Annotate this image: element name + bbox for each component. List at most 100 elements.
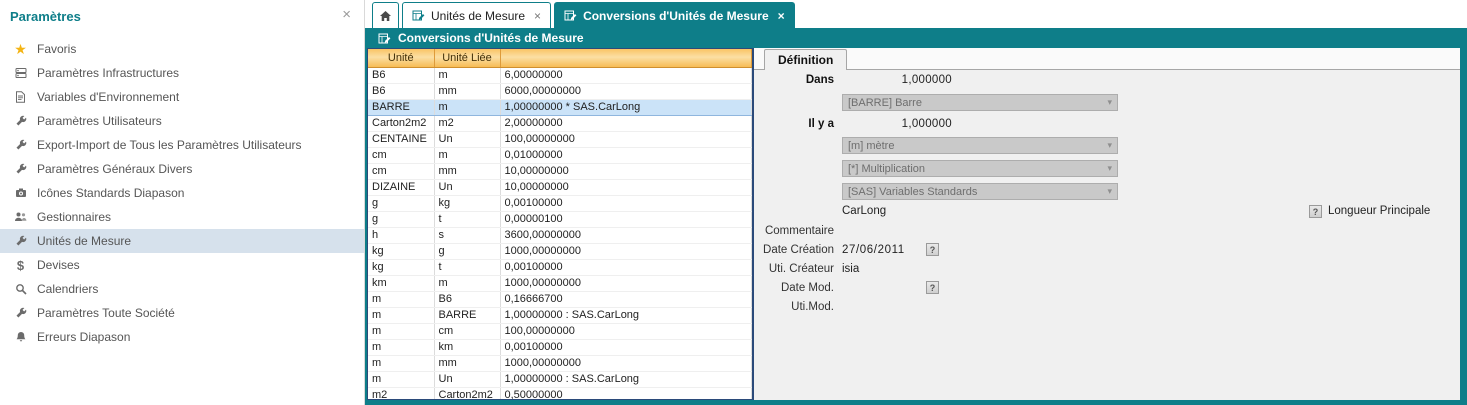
table-cell: cm bbox=[368, 163, 434, 179]
variable-value: CarLong bbox=[842, 205, 886, 217]
uti-createur-label: Uti. Créateur bbox=[754, 263, 834, 275]
table-row[interactable]: cmmm10,00000000 bbox=[368, 163, 752, 179]
table-cell: g bbox=[434, 243, 500, 259]
date-creation-label: Date Création bbox=[754, 244, 834, 256]
tab-unites-de-mesure[interactable]: Unités de Mesure × bbox=[402, 2, 551, 28]
table-cell: g bbox=[368, 195, 434, 211]
table-cell: s bbox=[434, 227, 500, 243]
table-row[interactable]: gt0,00000100 bbox=[368, 211, 752, 227]
table-row[interactable]: mB60,16666700 bbox=[368, 291, 752, 307]
dans-unit-select[interactable]: [BARRE] Barre ▾ bbox=[842, 94, 1118, 111]
table-row[interactable]: m2Carton2m20,50000000 bbox=[368, 387, 752, 400]
date-creation-picker-button[interactable]: ? bbox=[926, 243, 939, 256]
table-cell: 1,00000000 : SAS.CarLong bbox=[500, 307, 752, 323]
tab-label: Conversions d'Unités de Mesure bbox=[583, 9, 769, 23]
sidebar-item-parametres-generaux-divers[interactable]: Paramètres Généraux Divers bbox=[0, 157, 364, 181]
table-cell: 6,00000000 bbox=[500, 67, 752, 83]
sidebar-close-icon[interactable]: × bbox=[342, 7, 351, 22]
wrench-icon bbox=[12, 114, 29, 129]
sidebar-item-erreurs-diapason[interactable]: Erreurs Diapason bbox=[0, 325, 364, 349]
parameters-sidebar: Paramètres × ★FavorisParamètres Infrastr… bbox=[0, 0, 365, 405]
doc-icon bbox=[12, 90, 29, 105]
ilya-unit-select[interactable]: [m] mètre ▾ bbox=[842, 137, 1118, 154]
operation-select[interactable]: [*] Multiplication ▾ bbox=[842, 160, 1118, 177]
sidebar-item-devises[interactable]: $Devises bbox=[0, 253, 364, 277]
sidebar-item-icones-standards-diapason[interactable]: Icônes Standards Diapason bbox=[0, 181, 364, 205]
table-row[interactable]: mmm1000,00000000 bbox=[368, 355, 752, 371]
wrench-icon bbox=[12, 234, 29, 249]
table-cell: 0,01000000 bbox=[500, 147, 752, 163]
table-row[interactable]: DIZAINEUn10,00000000 bbox=[368, 179, 752, 195]
table-row[interactable]: BARREm1,00000000 * SAS.CarLong bbox=[368, 99, 752, 115]
table-cell: BARRE bbox=[368, 99, 434, 115]
uti-mod-label: Uti.Mod. bbox=[754, 301, 834, 313]
definition-form: Dans 1,000000 [BARRE] Barre ▾ Il y a 1,0… bbox=[754, 70, 1460, 400]
table-cell: m2 bbox=[368, 387, 434, 400]
sidebar-item-unites-de-mesure[interactable]: Unités de Mesure bbox=[0, 229, 364, 253]
close-icon[interactable]: × bbox=[534, 11, 541, 21]
table-row[interactable]: B6m6,00000000 bbox=[368, 67, 752, 83]
definition-tabstrip: Définition bbox=[754, 48, 1460, 70]
table-cell: m bbox=[434, 147, 500, 163]
date-mod-label: Date Mod. bbox=[754, 282, 834, 294]
table-cell: m bbox=[434, 275, 500, 291]
table-row[interactable]: CENTAINEUn100,00000000 bbox=[368, 131, 752, 147]
sidebar-item-label: Gestionnaires bbox=[37, 210, 111, 224]
table-row[interactable]: mcm100,00000000 bbox=[368, 323, 752, 339]
people-icon bbox=[12, 210, 29, 225]
sidebar-item-parametres-infrastructures[interactable]: Paramètres Infrastructures bbox=[0, 61, 364, 85]
variable-group-select[interactable]: [SAS] Variables Standards ▾ bbox=[842, 183, 1118, 200]
table-cell: 0,00100000 bbox=[500, 339, 752, 355]
sidebar-item-favoris[interactable]: ★Favoris bbox=[0, 37, 364, 61]
table-cell: 6000,00000000 bbox=[500, 83, 752, 99]
dans-value: 1,000000 bbox=[842, 74, 952, 86]
column-header[interactable]: Unité Liée bbox=[434, 49, 500, 67]
sidebar-item-parametres-toute-societe[interactable]: Paramètres Toute Société bbox=[0, 301, 364, 325]
table-row[interactable]: cmm0,01000000 bbox=[368, 147, 752, 163]
table-cell: Carton2m2 bbox=[368, 115, 434, 131]
table-row[interactable]: kgt0,00100000 bbox=[368, 259, 752, 275]
table-cell: mm bbox=[434, 163, 500, 179]
longueur-principale-help-button[interactable]: ? bbox=[1309, 205, 1322, 218]
close-icon[interactable]: × bbox=[778, 11, 785, 21]
uti-createur-value: isia bbox=[842, 263, 859, 275]
search-icon bbox=[12, 282, 29, 297]
sidebar-item-parametres-utilisateurs[interactable]: Paramètres Utilisateurs bbox=[0, 109, 364, 133]
dans-unit-value: [BARRE] Barre bbox=[848, 97, 1107, 109]
table-row[interactable]: mkm0,00100000 bbox=[368, 339, 752, 355]
table-header-row: UnitéUnité Liée bbox=[368, 49, 752, 67]
date-mod-picker-button[interactable]: ? bbox=[926, 281, 939, 294]
sidebar-items: ★FavorisParamètres InfrastructuresVariab… bbox=[0, 37, 364, 349]
variable-group-value: [SAS] Variables Standards bbox=[848, 186, 1107, 198]
sidebar-item-gestionnaires[interactable]: Gestionnaires bbox=[0, 205, 364, 229]
table-row[interactable]: hs3600,00000000 bbox=[368, 227, 752, 243]
table-row[interactable]: B6mm6000,00000000 bbox=[368, 83, 752, 99]
sidebar-item-label: Favoris bbox=[37, 42, 76, 56]
sidebar-item-variables-d-environnement[interactable]: Variables d'Environnement bbox=[0, 85, 364, 109]
table-cell: m bbox=[368, 355, 434, 371]
table-cell: 100,00000000 bbox=[500, 323, 752, 339]
table-cell: cm bbox=[368, 147, 434, 163]
table-cell: m bbox=[368, 291, 434, 307]
table-row[interactable]: Carton2m2m22,00000000 bbox=[368, 115, 752, 131]
table-cell: BARRE bbox=[434, 307, 500, 323]
sidebar-item-label: Paramètres Utilisateurs bbox=[37, 114, 162, 128]
table-row[interactable]: gkg0,00100000 bbox=[368, 195, 752, 211]
sidebar-item-calendriers[interactable]: Calendriers bbox=[0, 277, 364, 301]
table-row[interactable]: kgg1000,00000000 bbox=[368, 243, 752, 259]
tab-definition[interactable]: Définition bbox=[764, 49, 847, 70]
sidebar-item-label: Paramètres Toute Société bbox=[37, 306, 175, 320]
tab-conversions-unites[interactable]: Conversions d'Unités de Mesure × bbox=[554, 2, 795, 28]
column-header[interactable]: Unité bbox=[368, 49, 434, 67]
table-cell: 1,00000000 * SAS.CarLong bbox=[500, 99, 752, 115]
table-row[interactable]: mBARRE1,00000000 : SAS.CarLong bbox=[368, 307, 752, 323]
column-header[interactable] bbox=[500, 49, 752, 67]
table-cell: 0,50000000 bbox=[500, 387, 752, 400]
table-row[interactable]: mUn1,00000000 : SAS.CarLong bbox=[368, 371, 752, 387]
table-row[interactable]: kmm1000,00000000 bbox=[368, 275, 752, 291]
tab-home[interactable] bbox=[372, 2, 399, 28]
tab-bar: Unités de Mesure × Conversions d'Unités … bbox=[365, 0, 1467, 28]
operation-value: [*] Multiplication bbox=[848, 163, 1107, 175]
sidebar-item-export-import-de-tous-les-parametres-utilisateurs[interactable]: Export-Import de Tous les Paramètres Uti… bbox=[0, 133, 364, 157]
chevron-down-icon: ▾ bbox=[1107, 163, 1112, 174]
